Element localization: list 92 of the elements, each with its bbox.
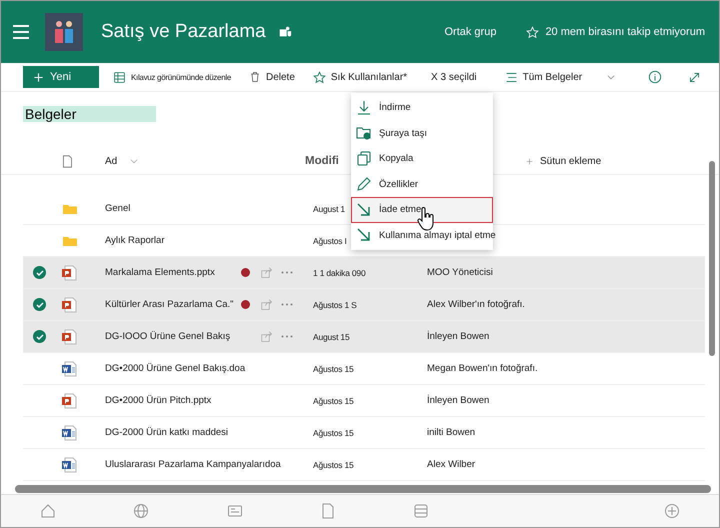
add-icon xyxy=(664,503,680,519)
delete-button[interactable]: Delete xyxy=(244,71,299,83)
more-options-icon[interactable] xyxy=(281,303,293,306)
document-row[interactable]: DG-2000 Ürün katkı maddesi Ağustos 15 inilti Bowen xyxy=(23,417,705,449)
grid-icon xyxy=(113,70,126,84)
share-icon xyxy=(261,298,273,310)
file-icon xyxy=(320,503,336,519)
modified-date: Ağustos 15 xyxy=(313,396,354,406)
file-name[interactable]: DG-IOOO Ürüne Genel Bakış xyxy=(105,331,230,342)
document-row[interactable]: Markalama Elements.pptx 1 1 dakika 090 MOO Yöneticisi xyxy=(23,257,705,289)
column-header[interactable]: Modifi xyxy=(305,155,339,167)
column-header[interactable]: Ad xyxy=(105,156,118,166)
add-column-button[interactable]: Sütun ekleme xyxy=(540,156,602,166)
grid-view-button[interactable]: Kılavuz görünümünde düzenle xyxy=(109,70,235,84)
site-logo xyxy=(45,13,83,51)
list-icon xyxy=(504,70,518,84)
file-name[interactable]: Aylık Raporlar xyxy=(105,235,164,246)
menu-item[interactable]: Şuraya taşı xyxy=(351,120,493,146)
presentation-file-icon xyxy=(61,328,77,344)
file-name[interactable]: DG•2000 Ürüne Genel Bakış.doa xyxy=(105,363,246,374)
modified-date: 1 1 dakika 090 xyxy=(313,268,366,278)
library-title: Belgeler xyxy=(23,106,156,122)
file-name[interactable]: Kültürler Arası Pazarlama Ca." xyxy=(105,299,234,310)
group-label: Ortak grup xyxy=(444,26,496,38)
modified-date: August 1 xyxy=(313,204,345,214)
modified-by: Alex Wilber'ın fotoğrafı. xyxy=(427,299,525,310)
modified-by: İnleyen Bowen xyxy=(427,395,490,406)
menu-item[interactable]: Kopyala xyxy=(351,146,493,172)
menu-item[interactable]: Kullanıma almayı iptal etme xyxy=(351,222,493,248)
check-icon[interactable] xyxy=(33,298,46,311)
modified-date: Ağustos 15 xyxy=(313,364,354,374)
document-row[interactable]: DG•2000 Ürüne Genel Bakış.doa Ağustos 15 Megan Bowen'ın fotoğrafı. xyxy=(23,353,705,385)
info-icon xyxy=(648,70,662,84)
favorites-button[interactable]: Sık Kullanılanlar* xyxy=(308,70,412,84)
document-row[interactable]: Kültürler Arası Pazarlama Ca." Ağustos 1 S Alex Wilber'ın fotoğrafı. xyxy=(23,289,705,321)
document-row[interactable]: Uluslararası Pazarlama Kampanyalarıdoa Ağustos 15 Alex Wilber xyxy=(23,449,705,481)
modified-by: inilti Bowen xyxy=(427,427,476,438)
plus-icon xyxy=(525,156,534,166)
modified-date: Ağustos 15 xyxy=(313,428,354,438)
folder-icon xyxy=(356,125,372,142)
modified-by: İnleyen Bowen xyxy=(427,331,490,342)
download-icon xyxy=(356,100,372,116)
modified-date: Ağustos 15 xyxy=(313,460,354,470)
list-icon xyxy=(413,503,430,519)
menu-item[interactable]: İndirme xyxy=(351,95,493,120)
presentation-file-icon xyxy=(61,392,77,408)
share-icon xyxy=(261,330,273,342)
selection-count: X 3 seçildi xyxy=(431,72,477,82)
modified-date: Ağustos 1 S xyxy=(313,300,357,310)
news-icon xyxy=(226,503,243,519)
modified-by: Alex Wilber xyxy=(427,459,476,470)
trash-icon xyxy=(248,71,261,83)
presentation-file-icon xyxy=(61,264,77,280)
document-file-icon xyxy=(61,424,77,440)
home-icon xyxy=(40,503,56,519)
star-icon xyxy=(312,70,326,84)
file-name[interactable]: Genel xyxy=(105,203,130,214)
pencil-icon xyxy=(356,176,372,192)
view-selector[interactable]: Tüm Belgeler xyxy=(500,70,620,84)
modified-by: Megan Bowen'ın fotoğrafı. xyxy=(427,363,538,374)
more-options-icon[interactable] xyxy=(281,271,293,274)
modified-date: Ağustos I xyxy=(313,236,347,246)
document-file-icon xyxy=(61,360,77,376)
new-button[interactable]: Yeni xyxy=(23,66,99,88)
file-name[interactable]: DG-2000 Ürün katkı maddesi xyxy=(105,427,228,438)
more-options-icon[interactable] xyxy=(281,335,293,338)
check-icon[interactable] xyxy=(33,330,46,343)
presentation-file-icon xyxy=(61,296,77,312)
share-icon xyxy=(261,266,273,278)
check-icon[interactable] xyxy=(33,266,46,279)
site-title: Satış ve Pazarlama xyxy=(101,21,266,43)
file-name[interactable]: Markalama Elements.pptx xyxy=(105,267,215,278)
copy-icon xyxy=(356,150,372,167)
modified-by: MOO Yöneticisi xyxy=(427,267,493,278)
document-row[interactable]: DG•2000 Ürün Pitch.pptx Ağustos 15 İnleyen Bowen xyxy=(23,385,705,417)
menu-item[interactable]: İade etme xyxy=(351,197,493,222)
modified-date: August 15 xyxy=(313,332,350,342)
file-name[interactable]: Uluslararası Pazarlama Kampanyalarıdoa xyxy=(105,459,281,470)
arrow-icon xyxy=(356,202,372,218)
star-icon xyxy=(526,26,540,38)
plus-icon xyxy=(33,72,44,82)
horizontal-scrollbar[interactable] xyxy=(15,485,711,493)
file-type-icon xyxy=(61,154,74,168)
globe-icon xyxy=(133,503,150,519)
expand-icon xyxy=(688,70,702,84)
follow-link[interactable]: 20 mem birasını takip etmiyorum xyxy=(545,26,705,38)
file-name[interactable]: DG•2000 Ürün Pitch.pptx xyxy=(105,395,212,406)
teams-icon xyxy=(278,25,292,39)
document-file-icon xyxy=(61,456,77,472)
arrow-icon xyxy=(356,227,372,244)
vertical-scrollbar[interactable] xyxy=(709,161,715,356)
document-row[interactable]: DG-IOOO Ürüne Genel Bakış August 15 İnleyen Bowen xyxy=(23,321,705,353)
